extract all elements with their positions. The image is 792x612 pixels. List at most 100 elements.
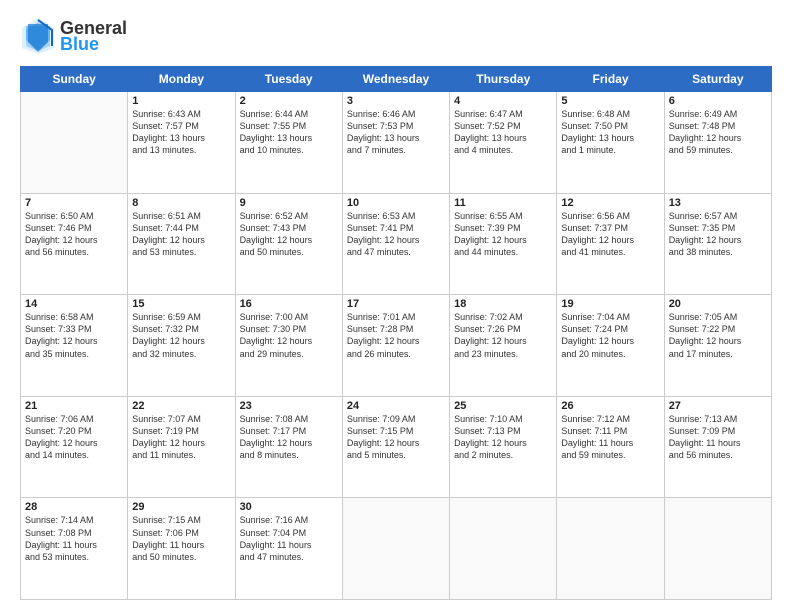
day-number: 16 bbox=[240, 298, 338, 310]
calendar-cell: 29Sunrise: 7:15 AM Sunset: 7:06 PM Dayli… bbox=[128, 498, 235, 600]
day-number: 3 bbox=[347, 95, 445, 107]
day-number: 5 bbox=[561, 95, 659, 107]
calendar-cell: 26Sunrise: 7:12 AM Sunset: 7:11 PM Dayli… bbox=[557, 396, 664, 498]
day-info: Sunrise: 6:55 AM Sunset: 7:39 PM Dayligh… bbox=[454, 210, 552, 259]
weekday-header-tuesday: Tuesday bbox=[235, 67, 342, 92]
day-info: Sunrise: 7:13 AM Sunset: 7:09 PM Dayligh… bbox=[669, 413, 767, 462]
calendar-cell bbox=[557, 498, 664, 600]
day-number: 10 bbox=[347, 197, 445, 209]
calendar-cell: 25Sunrise: 7:10 AM Sunset: 7:13 PM Dayli… bbox=[450, 396, 557, 498]
day-number: 29 bbox=[132, 501, 230, 513]
day-info: Sunrise: 7:02 AM Sunset: 7:26 PM Dayligh… bbox=[454, 311, 552, 360]
calendar-week-5: 28Sunrise: 7:14 AM Sunset: 7:08 PM Dayli… bbox=[21, 498, 772, 600]
day-info: Sunrise: 7:12 AM Sunset: 7:11 PM Dayligh… bbox=[561, 413, 659, 462]
day-number: 25 bbox=[454, 400, 552, 412]
day-number: 22 bbox=[132, 400, 230, 412]
day-number: 24 bbox=[347, 400, 445, 412]
calendar-cell: 8Sunrise: 6:51 AM Sunset: 7:44 PM Daylig… bbox=[128, 193, 235, 295]
calendar-cell: 20Sunrise: 7:05 AM Sunset: 7:22 PM Dayli… bbox=[664, 295, 771, 397]
day-number: 11 bbox=[454, 197, 552, 209]
day-info: Sunrise: 7:10 AM Sunset: 7:13 PM Dayligh… bbox=[454, 413, 552, 462]
day-number: 27 bbox=[669, 400, 767, 412]
day-number: 9 bbox=[240, 197, 338, 209]
calendar-cell: 4Sunrise: 6:47 AM Sunset: 7:52 PM Daylig… bbox=[450, 92, 557, 194]
day-number: 28 bbox=[25, 501, 123, 513]
day-info: Sunrise: 6:43 AM Sunset: 7:57 PM Dayligh… bbox=[132, 108, 230, 157]
calendar-cell: 14Sunrise: 6:58 AM Sunset: 7:33 PM Dayli… bbox=[21, 295, 128, 397]
logo: General Blue bbox=[20, 16, 127, 56]
day-info: Sunrise: 7:15 AM Sunset: 7:06 PM Dayligh… bbox=[132, 514, 230, 563]
calendar-cell: 3Sunrise: 6:46 AM Sunset: 7:53 PM Daylig… bbox=[342, 92, 449, 194]
calendar-cell: 7Sunrise: 6:50 AM Sunset: 7:46 PM Daylig… bbox=[21, 193, 128, 295]
day-info: Sunrise: 7:14 AM Sunset: 7:08 PM Dayligh… bbox=[25, 514, 123, 563]
calendar-cell: 21Sunrise: 7:06 AM Sunset: 7:20 PM Dayli… bbox=[21, 396, 128, 498]
day-info: Sunrise: 7:06 AM Sunset: 7:20 PM Dayligh… bbox=[25, 413, 123, 462]
day-number: 12 bbox=[561, 197, 659, 209]
day-number: 1 bbox=[132, 95, 230, 107]
day-number: 23 bbox=[240, 400, 338, 412]
calendar-cell: 23Sunrise: 7:08 AM Sunset: 7:17 PM Dayli… bbox=[235, 396, 342, 498]
calendar-cell: 1Sunrise: 6:43 AM Sunset: 7:57 PM Daylig… bbox=[128, 92, 235, 194]
weekday-header-thursday: Thursday bbox=[450, 67, 557, 92]
day-number: 18 bbox=[454, 298, 552, 310]
calendar-cell: 13Sunrise: 6:57 AM Sunset: 7:35 PM Dayli… bbox=[664, 193, 771, 295]
day-info: Sunrise: 6:46 AM Sunset: 7:53 PM Dayligh… bbox=[347, 108, 445, 157]
day-info: Sunrise: 6:53 AM Sunset: 7:41 PM Dayligh… bbox=[347, 210, 445, 259]
day-info: Sunrise: 6:57 AM Sunset: 7:35 PM Dayligh… bbox=[669, 210, 767, 259]
calendar-cell bbox=[21, 92, 128, 194]
calendar-cell: 10Sunrise: 6:53 AM Sunset: 7:41 PM Dayli… bbox=[342, 193, 449, 295]
logo-text: General Blue bbox=[60, 19, 127, 53]
day-number: 21 bbox=[25, 400, 123, 412]
weekday-header-wednesday: Wednesday bbox=[342, 67, 449, 92]
weekday-header-monday: Monday bbox=[128, 67, 235, 92]
day-info: Sunrise: 6:50 AM Sunset: 7:46 PM Dayligh… bbox=[25, 210, 123, 259]
calendar-cell bbox=[342, 498, 449, 600]
day-number: 26 bbox=[561, 400, 659, 412]
calendar-cell: 5Sunrise: 6:48 AM Sunset: 7:50 PM Daylig… bbox=[557, 92, 664, 194]
calendar-cell: 19Sunrise: 7:04 AM Sunset: 7:24 PM Dayli… bbox=[557, 295, 664, 397]
calendar-cell bbox=[450, 498, 557, 600]
day-info: Sunrise: 7:09 AM Sunset: 7:15 PM Dayligh… bbox=[347, 413, 445, 462]
day-info: Sunrise: 7:07 AM Sunset: 7:19 PM Dayligh… bbox=[132, 413, 230, 462]
calendar-cell: 11Sunrise: 6:55 AM Sunset: 7:39 PM Dayli… bbox=[450, 193, 557, 295]
day-number: 17 bbox=[347, 298, 445, 310]
day-info: Sunrise: 6:58 AM Sunset: 7:33 PM Dayligh… bbox=[25, 311, 123, 360]
day-number: 30 bbox=[240, 501, 338, 513]
calendar-cell: 15Sunrise: 6:59 AM Sunset: 7:32 PM Dayli… bbox=[128, 295, 235, 397]
calendar-table: SundayMondayTuesdayWednesdayThursdayFrid… bbox=[20, 66, 772, 600]
day-number: 8 bbox=[132, 197, 230, 209]
weekday-header-sunday: Sunday bbox=[21, 67, 128, 92]
calendar-week-2: 7Sunrise: 6:50 AM Sunset: 7:46 PM Daylig… bbox=[21, 193, 772, 295]
day-info: Sunrise: 6:59 AM Sunset: 7:32 PM Dayligh… bbox=[132, 311, 230, 360]
day-info: Sunrise: 7:08 AM Sunset: 7:17 PM Dayligh… bbox=[240, 413, 338, 462]
day-info: Sunrise: 6:47 AM Sunset: 7:52 PM Dayligh… bbox=[454, 108, 552, 157]
main-container: General Blue SundayMondayTuesdayWednesda… bbox=[0, 0, 792, 612]
day-info: Sunrise: 7:01 AM Sunset: 7:28 PM Dayligh… bbox=[347, 311, 445, 360]
day-number: 2 bbox=[240, 95, 338, 107]
day-info: Sunrise: 6:51 AM Sunset: 7:44 PM Dayligh… bbox=[132, 210, 230, 259]
day-info: Sunrise: 7:04 AM Sunset: 7:24 PM Dayligh… bbox=[561, 311, 659, 360]
day-info: Sunrise: 6:56 AM Sunset: 7:37 PM Dayligh… bbox=[561, 210, 659, 259]
calendar-cell: 24Sunrise: 7:09 AM Sunset: 7:15 PM Dayli… bbox=[342, 396, 449, 498]
day-number: 13 bbox=[669, 197, 767, 209]
day-number: 14 bbox=[25, 298, 123, 310]
day-number: 4 bbox=[454, 95, 552, 107]
calendar-cell: 16Sunrise: 7:00 AM Sunset: 7:30 PM Dayli… bbox=[235, 295, 342, 397]
day-info: Sunrise: 6:44 AM Sunset: 7:55 PM Dayligh… bbox=[240, 108, 338, 157]
day-info: Sunrise: 6:49 AM Sunset: 7:48 PM Dayligh… bbox=[669, 108, 767, 157]
calendar-week-3: 14Sunrise: 6:58 AM Sunset: 7:33 PM Dayli… bbox=[21, 295, 772, 397]
weekday-header-saturday: Saturday bbox=[664, 67, 771, 92]
calendar-cell: 17Sunrise: 7:01 AM Sunset: 7:28 PM Dayli… bbox=[342, 295, 449, 397]
day-number: 19 bbox=[561, 298, 659, 310]
weekday-header-row: SundayMondayTuesdayWednesdayThursdayFrid… bbox=[21, 67, 772, 92]
day-number: 20 bbox=[669, 298, 767, 310]
calendar-cell: 2Sunrise: 6:44 AM Sunset: 7:55 PM Daylig… bbox=[235, 92, 342, 194]
calendar-cell: 30Sunrise: 7:16 AM Sunset: 7:04 PM Dayli… bbox=[235, 498, 342, 600]
calendar-cell: 28Sunrise: 7:14 AM Sunset: 7:08 PM Dayli… bbox=[21, 498, 128, 600]
calendar-cell: 27Sunrise: 7:13 AM Sunset: 7:09 PM Dayli… bbox=[664, 396, 771, 498]
day-info: Sunrise: 6:48 AM Sunset: 7:50 PM Dayligh… bbox=[561, 108, 659, 157]
calendar-cell bbox=[664, 498, 771, 600]
header: General Blue bbox=[20, 16, 772, 56]
weekday-header-friday: Friday bbox=[557, 67, 664, 92]
day-number: 15 bbox=[132, 298, 230, 310]
